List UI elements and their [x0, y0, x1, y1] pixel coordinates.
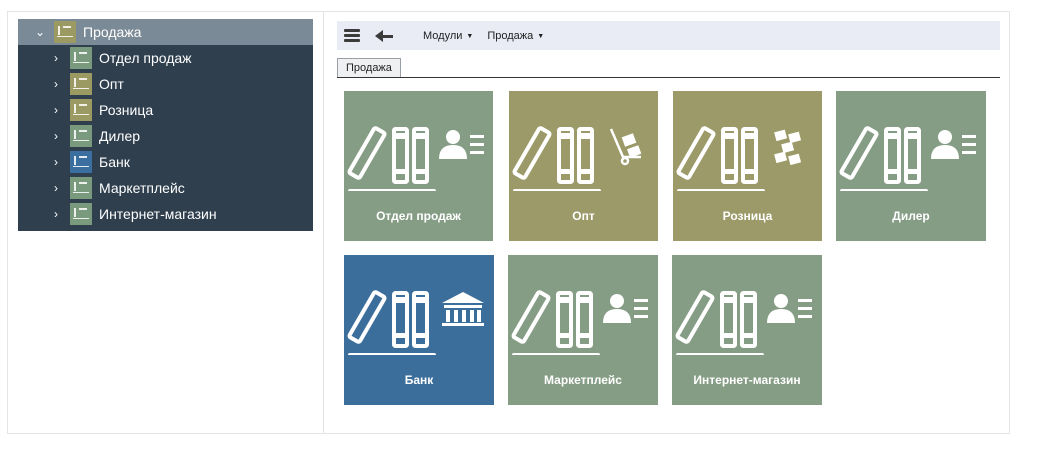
- tile-label: Отдел продаж: [376, 209, 461, 223]
- module-tile[interactable]: Розница: [673, 91, 822, 241]
- chevron-right-icon[interactable]: ›: [50, 201, 62, 227]
- tree-item-label: Маркетплейс: [99, 180, 185, 196]
- tile-label: Маркетплейс: [544, 373, 622, 387]
- tree-item[interactable]: › Опт: [18, 71, 313, 97]
- tile-label: Дилер: [892, 209, 930, 223]
- bank-icon: [347, 290, 484, 355]
- folder-icon: [54, 21, 76, 43]
- module-tile[interactable]: Опт: [509, 91, 658, 241]
- tree-item[interactable]: › Банк: [18, 149, 313, 175]
- tree-item[interactable]: › Отдел продаж: [18, 45, 313, 71]
- chevron-right-icon[interactable]: ›: [50, 45, 62, 71]
- pane-divider: [323, 11, 324, 434]
- caret-down-icon: ▼: [537, 32, 545, 40]
- module-tile[interactable]: Маркетплейс: [508, 255, 658, 405]
- tree-item[interactable]: › Дилер: [18, 123, 313, 149]
- navigation-tree: ⌄ Продажа › Отдел продаж › Опт › Розница › Диле…: [18, 19, 313, 231]
- tile-label: Интернет-магазин: [693, 373, 801, 387]
- back-arrow-icon[interactable]: [375, 29, 393, 43]
- module-icon: [70, 73, 92, 95]
- hand-truck-icon: [512, 126, 642, 191]
- tree-item-label: Розница: [99, 102, 154, 118]
- person-list-icon: [347, 126, 484, 191]
- tree-item-label: Опт: [99, 76, 124, 92]
- menu-sales[interactable]: Продажа ▼: [487, 30, 544, 42]
- caret-down-icon: ▼: [466, 32, 474, 40]
- menu-sales-label: Продажа: [487, 29, 534, 42]
- person-list-icon: [511, 290, 648, 355]
- chevron-down-icon[interactable]: ⌄: [34, 19, 46, 45]
- module-icon: [70, 47, 92, 69]
- chevron-right-icon[interactable]: ›: [50, 123, 62, 149]
- menu-modules[interactable]: Модули ▼: [423, 30, 473, 42]
- tab-sales[interactable]: Продажа: [337, 58, 401, 77]
- tree-item-label: Дилер: [99, 128, 141, 144]
- person-list-icon: [839, 126, 976, 191]
- toolbar: Модули ▼ Продажа ▼: [337, 21, 1000, 50]
- module-tile[interactable]: Отдел продаж: [344, 91, 493, 241]
- module-tile[interactable]: Интернет-магазин: [672, 255, 822, 405]
- person-list-icon: [675, 290, 812, 355]
- tree-item[interactable]: › Розница: [18, 97, 313, 123]
- module-icon: [70, 151, 92, 173]
- tile-label: Банк: [404, 373, 434, 387]
- tree-item[interactable]: › Маркетплейс: [18, 175, 313, 201]
- tree-item-label: Отдел продаж: [99, 50, 192, 66]
- module-icon: [70, 177, 92, 199]
- module-icon: [70, 125, 92, 147]
- chevron-right-icon[interactable]: ›: [50, 175, 62, 201]
- boxes-icon: [676, 126, 802, 191]
- tree-item[interactable]: › Интернет-магазин: [18, 201, 313, 227]
- module-icon: [70, 203, 92, 225]
- hamburger-icon[interactable]: [344, 28, 360, 43]
- chevron-right-icon[interactable]: ›: [50, 149, 62, 175]
- tree-root-label: Продажа: [83, 24, 142, 40]
- tab-underline: [337, 77, 1000, 78]
- menu-modules-label: Модули: [423, 29, 463, 42]
- chevron-right-icon[interactable]: ›: [50, 71, 62, 97]
- tile-label: Розница: [722, 209, 773, 223]
- module-icon: [70, 99, 92, 121]
- chevron-right-icon[interactable]: ›: [50, 97, 62, 123]
- tree-item-label: Интернет-магазин: [99, 206, 217, 222]
- tree-root-sales[interactable]: ⌄ Продажа: [18, 19, 313, 45]
- module-tile[interactable]: Банк: [344, 255, 494, 405]
- tile-label: Опт: [572, 209, 595, 223]
- module-tile[interactable]: Дилер: [836, 91, 986, 241]
- tree-item-label: Банк: [99, 154, 130, 170]
